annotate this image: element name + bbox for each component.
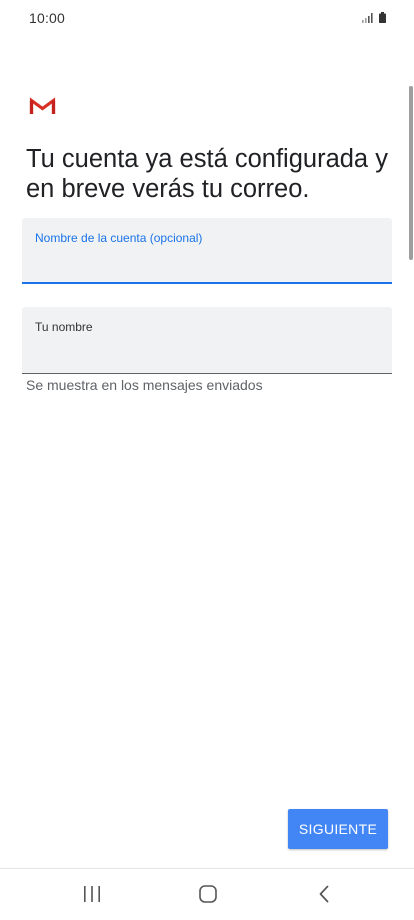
your-name-helper-text: Se muestra en los mensajes enviados — [26, 377, 263, 393]
battery-icon — [379, 12, 386, 23]
home-icon — [199, 885, 217, 903]
back-button[interactable] — [304, 879, 344, 909]
recents-button[interactable] — [72, 879, 112, 909]
status-time: 10:00 — [29, 10, 66, 26]
navigation-bar — [0, 869, 414, 920]
status-bar: 10:00 — [0, 0, 414, 36]
home-button[interactable] — [188, 879, 228, 909]
account-name-input[interactable] — [35, 252, 379, 274]
scrollbar[interactable] — [409, 86, 413, 260]
account-name-field[interactable]: Nombre de la cuenta (opcional) — [22, 218, 392, 284]
status-icons — [362, 11, 386, 23]
signal-icon — [362, 13, 373, 23]
page-title: Tu cuenta ya está configurada y en breve… — [26, 145, 388, 203]
back-icon — [319, 885, 329, 903]
your-name-field[interactable]: Tu nombre — [22, 307, 392, 374]
recents-icon — [84, 886, 100, 902]
your-name-input[interactable] — [35, 343, 379, 365]
gmail-logo — [29, 97, 56, 114]
next-button[interactable]: SIGUIENTE — [288, 809, 388, 849]
account-name-label: Nombre de la cuenta (opcional) — [35, 231, 203, 245]
your-name-label: Tu nombre — [35, 320, 93, 334]
